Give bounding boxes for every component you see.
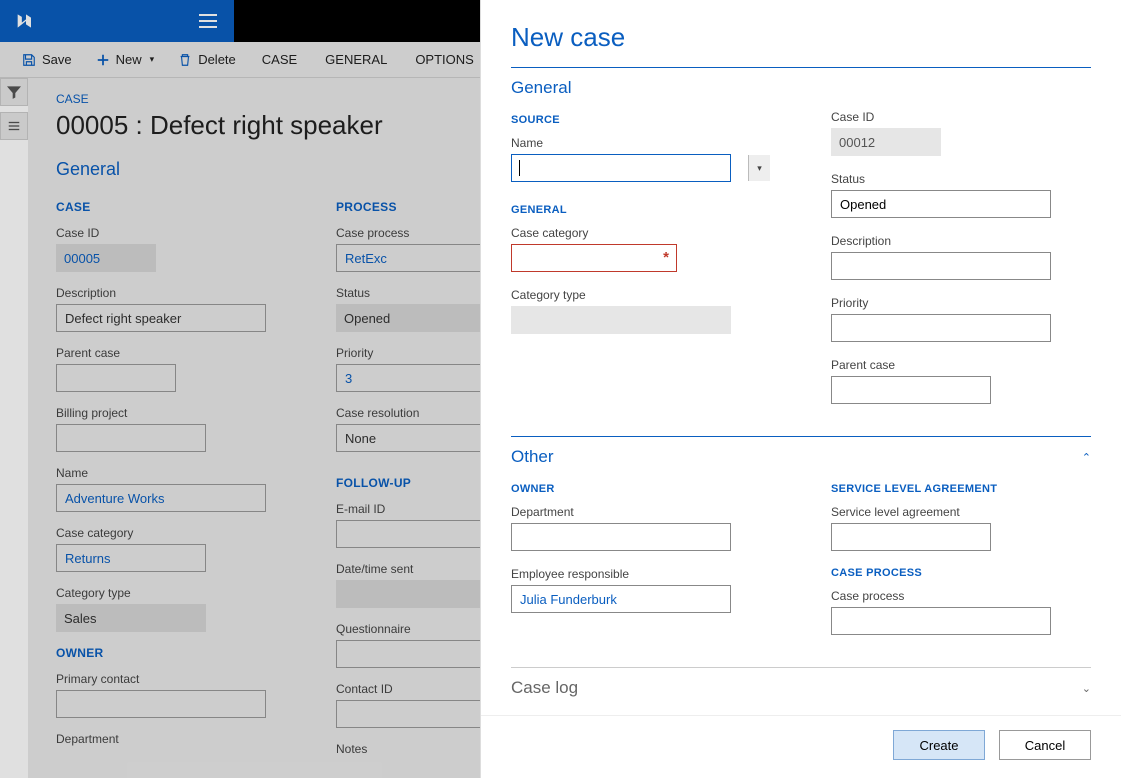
dropdown-button[interactable]: ▾: [748, 155, 770, 181]
description-field[interactable]: [56, 304, 266, 332]
delete-button[interactable]: Delete: [168, 48, 246, 71]
panel-priority-field[interactable]: [831, 314, 1051, 342]
panel-section-other: Other ⌃ OWNER Department Employee respon…: [511, 436, 1091, 667]
department-label-bg: Department: [56, 732, 296, 746]
parent-case-label: Parent case: [56, 346, 296, 360]
tab-options[interactable]: OPTIONS: [403, 48, 486, 71]
column-left: CASE Case ID Description Parent case Bil…: [56, 194, 296, 770]
panel-parent-case-field[interactable]: [831, 376, 991, 404]
billing-project-field[interactable]: [56, 424, 206, 452]
save-icon: [22, 53, 36, 67]
left-rail: [0, 78, 28, 146]
new-button[interactable]: New ▾: [86, 48, 165, 71]
panel-case-id-label: Case ID: [831, 110, 1091, 124]
panel-footer: Create Cancel: [481, 715, 1121, 778]
save-button[interactable]: Save: [12, 48, 82, 71]
group-case-process-panel: CASE PROCESS: [831, 567, 1091, 579]
panel-status-label: Status: [831, 172, 1091, 186]
required-star-icon: *: [663, 249, 669, 266]
category-type-label: Category type: [56, 586, 296, 600]
panel-case-id-field: [831, 128, 941, 156]
create-button[interactable]: Create: [893, 730, 985, 760]
billing-project-label: Billing project: [56, 406, 296, 420]
panel-description-label: Description: [831, 234, 1091, 248]
panel-section-general-header[interactable]: General: [511, 78, 1091, 98]
name-field[interactable]: [56, 484, 266, 512]
case-process-field[interactable]: [336, 244, 486, 272]
panel-department-field[interactable]: [511, 523, 731, 551]
new-label: New: [116, 52, 142, 67]
parent-case-field[interactable]: [56, 364, 176, 392]
panel-status-field[interactable]: [831, 190, 1051, 218]
dynamics-logo[interactable]: [0, 0, 52, 42]
email-id-field[interactable]: [336, 520, 486, 548]
chevron-down-icon[interactable]: ⌄: [1082, 682, 1091, 695]
date-sent-field: [336, 580, 486, 608]
filter-button[interactable]: [0, 78, 28, 106]
panel-section-other-header[interactable]: Other ⌃: [511, 447, 1091, 467]
case-category-label: Case category: [56, 526, 296, 540]
group-sla: SERVICE LEVEL AGREEMENT: [831, 483, 1091, 495]
priority-field[interactable]: [336, 364, 486, 392]
panel-section-case-log: Case log ⌄: [511, 667, 1091, 715]
new-case-panel: New case General SOURCE Name ▾ GENERAL: [480, 0, 1121, 778]
status-field: [336, 304, 486, 332]
tab-general[interactable]: GENERAL: [313, 48, 399, 71]
panel-process-field[interactable]: [831, 607, 1051, 635]
group-case: CASE: [56, 200, 296, 214]
panel-name-select[interactable]: [511, 154, 731, 182]
hamburger-menu-button[interactable]: [182, 0, 234, 42]
panel-title: New case: [511, 22, 1091, 53]
list-button[interactable]: [0, 112, 28, 140]
panel-priority-label: Priority: [831, 296, 1091, 310]
case-category-field[interactable]: [56, 544, 206, 572]
chevron-down-icon: ▾: [150, 54, 155, 65]
group-owner: OWNER: [56, 646, 296, 660]
panel-employee-field[interactable]: [511, 585, 731, 613]
save-label: Save: [42, 52, 72, 67]
contact-id-field[interactable]: [336, 700, 486, 728]
delete-label: Delete: [198, 52, 236, 67]
group-source: SOURCE: [511, 114, 771, 126]
panel-sla-field[interactable]: [831, 523, 991, 551]
plus-icon: [96, 53, 110, 67]
category-type-field: [56, 604, 206, 632]
case-id-field[interactable]: [56, 244, 156, 272]
panel-category-type-label: Category type: [511, 288, 771, 302]
panel-section-case-log-header[interactable]: Case log ⌄: [511, 678, 1091, 698]
panel-case-category-field[interactable]: [511, 244, 677, 272]
panel-process-label: Case process: [831, 589, 1091, 603]
trash-icon: [178, 53, 192, 67]
panel-description-field[interactable]: [831, 252, 1051, 280]
group-owner-panel: OWNER: [511, 483, 771, 495]
primary-contact-label: Primary contact: [56, 672, 296, 686]
questionnaire-field[interactable]: [336, 640, 486, 668]
chevron-up-icon[interactable]: ⌃: [1082, 451, 1091, 464]
panel-sla-label: Service level agreement: [831, 505, 1091, 519]
case-id-label: Case ID: [56, 226, 296, 240]
name-label: Name: [56, 466, 296, 480]
primary-contact-field[interactable]: [56, 690, 266, 718]
case-resolution-field[interactable]: [336, 424, 486, 452]
panel-employee-label: Employee responsible: [511, 567, 771, 581]
panel-name-label: Name: [511, 136, 771, 150]
panel-category-type-field: [511, 306, 731, 334]
description-label: Description: [56, 286, 296, 300]
panel-case-category-label: Case category: [511, 226, 771, 240]
cancel-button[interactable]: Cancel: [999, 730, 1091, 760]
top-nav-spacer: [52, 0, 182, 42]
tab-case[interactable]: CASE: [250, 48, 309, 71]
panel-parent-case-label: Parent case: [831, 358, 1091, 372]
panel-department-label: Department: [511, 505, 771, 519]
panel-section-general: General SOURCE Name ▾ GENERAL Case ca: [511, 67, 1091, 436]
group-general-panel: GENERAL: [511, 204, 771, 216]
